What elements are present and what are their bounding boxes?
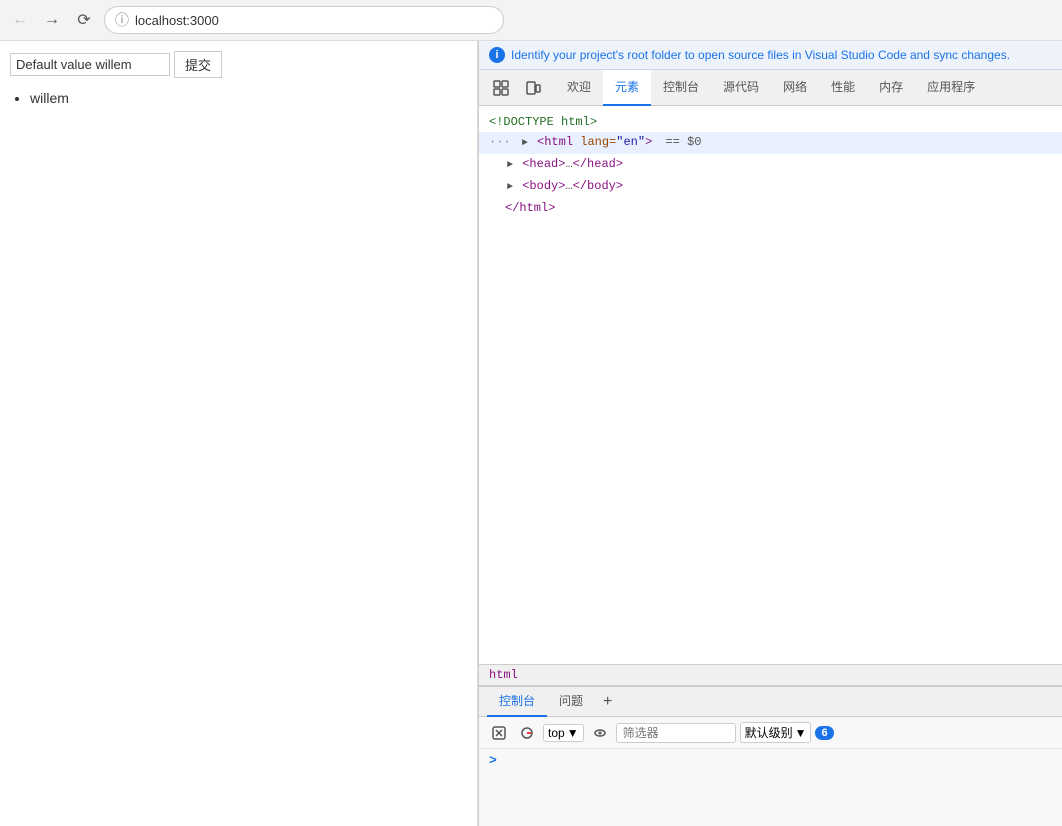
reload-button[interactable]: ⟳ bbox=[72, 8, 96, 32]
level-dropdown-arrow: ▼ bbox=[795, 726, 807, 740]
doctype-text: <!DOCTYPE html> bbox=[489, 115, 597, 129]
devtools-panel: i Identify your project's root folder to… bbox=[478, 41, 1062, 826]
body-close-tag: </body> bbox=[573, 179, 623, 193]
expand-arrow[interactable]: ► bbox=[522, 138, 528, 149]
error-badge: 6 bbox=[815, 726, 833, 740]
clear-console-button[interactable] bbox=[487, 721, 511, 745]
device-toolbar-button[interactable] bbox=[519, 74, 547, 102]
console-prompt: > bbox=[489, 753, 497, 768]
info-message: Identify your project's root folder to o… bbox=[511, 48, 1010, 62]
dom-doctype-line: <!DOCTYPE html> bbox=[479, 112, 1062, 132]
dom-head-line[interactable]: ► <head>…</head> bbox=[479, 154, 1062, 176]
dom-html-line[interactable]: ··· ► <html lang="en"> == $0 bbox=[479, 132, 1062, 154]
log-level-selector[interactable]: 默认级别 ▼ bbox=[740, 722, 812, 743]
console-filter-input[interactable] bbox=[616, 723, 736, 743]
top-dropdown-arrow: ▼ bbox=[567, 726, 579, 740]
top-label: top bbox=[548, 726, 565, 740]
default-value-input[interactable] bbox=[10, 53, 170, 76]
devtools-toolbar: 欢迎 元素 控制台 源代码 网络 性能 内存 应用程序 bbox=[479, 70, 1062, 106]
tab-welcome[interactable]: 欢迎 bbox=[555, 70, 603, 106]
back-button[interactable]: ← bbox=[8, 8, 32, 32]
eye-button[interactable] bbox=[588, 721, 612, 745]
console-tabs: 控制台 问题 + bbox=[479, 687, 1062, 717]
secure-icon: ⓘ bbox=[115, 10, 129, 30]
info-bar: i Identify your project's root folder to… bbox=[479, 41, 1062, 70]
console-tab-console[interactable]: 控制台 bbox=[487, 687, 547, 717]
head-arrow[interactable]: ► bbox=[507, 160, 513, 171]
body-tag: <body> bbox=[522, 179, 565, 193]
console-tab-issues[interactable]: 问题 bbox=[547, 687, 595, 717]
dom-html-close-line: </html> bbox=[479, 198, 1062, 218]
html-open-tag: <html bbox=[537, 135, 580, 149]
body-ellipsis: … bbox=[565, 179, 572, 193]
info-icon: i bbox=[489, 47, 505, 63]
page-content: 提交 willem bbox=[0, 41, 478, 826]
tab-application[interactable]: 应用程序 bbox=[915, 70, 987, 106]
dom-body-line[interactable]: ► <body>…</body> bbox=[479, 176, 1062, 198]
equals-marker: == $0 bbox=[665, 135, 701, 149]
add-tab-button[interactable]: + bbox=[595, 687, 620, 717]
dom-breadcrumb: html bbox=[479, 664, 1062, 686]
address-bar: ⓘ localhost:3000 bbox=[104, 6, 504, 34]
devtools-tabs: 欢迎 元素 控制台 源代码 网络 性能 内存 应用程序 bbox=[555, 70, 987, 106]
tab-console[interactable]: 控制台 bbox=[651, 70, 711, 106]
input-area: 提交 bbox=[10, 51, 467, 78]
head-tag: <head> bbox=[522, 157, 565, 171]
tab-network[interactable]: 网络 bbox=[771, 70, 819, 106]
console-panel: 控制台 问题 + bbox=[479, 686, 1062, 826]
lang-value: "en" bbox=[616, 135, 645, 149]
html-close-tag: </html> bbox=[489, 201, 555, 215]
dots-marker: ··· bbox=[489, 135, 511, 149]
tab-sources[interactable]: 源代码 bbox=[711, 70, 771, 106]
body-arrow[interactable]: ► bbox=[507, 182, 513, 193]
head-ellipsis: … bbox=[565, 157, 572, 171]
console-input-area: > bbox=[479, 749, 1062, 772]
forward-button[interactable]: → bbox=[40, 8, 64, 32]
list-item: willem bbox=[30, 90, 467, 106]
tab-performance[interactable]: 性能 bbox=[819, 70, 867, 106]
url-text: localhost:3000 bbox=[135, 13, 219, 28]
dom-tree: <!DOCTYPE html> ··· ► <html lang="en"> =… bbox=[479, 106, 1062, 664]
level-label: 默认级别 bbox=[745, 724, 793, 741]
tab-memory[interactable]: 内存 bbox=[867, 70, 915, 106]
browser-chrome: ← → ⟳ ⓘ localhost:3000 bbox=[0, 0, 1062, 41]
head-close-tag: </head> bbox=[573, 157, 623, 171]
main-layout: 提交 willem i Identify your project's root… bbox=[0, 41, 1062, 826]
breadcrumb-text: html bbox=[489, 668, 518, 682]
html-close-bracket: > bbox=[645, 135, 652, 149]
submit-button[interactable]: 提交 bbox=[174, 51, 222, 78]
top-context-selector[interactable]: top ▼ bbox=[543, 724, 584, 742]
filter-button[interactable] bbox=[515, 721, 539, 745]
console-toolbar: top ▼ 默认级别 ▼ 6 bbox=[479, 717, 1062, 749]
tab-elements[interactable]: 元素 bbox=[603, 70, 651, 106]
inspect-element-button[interactable] bbox=[487, 74, 515, 102]
lang-attr: lang= bbox=[580, 135, 616, 149]
